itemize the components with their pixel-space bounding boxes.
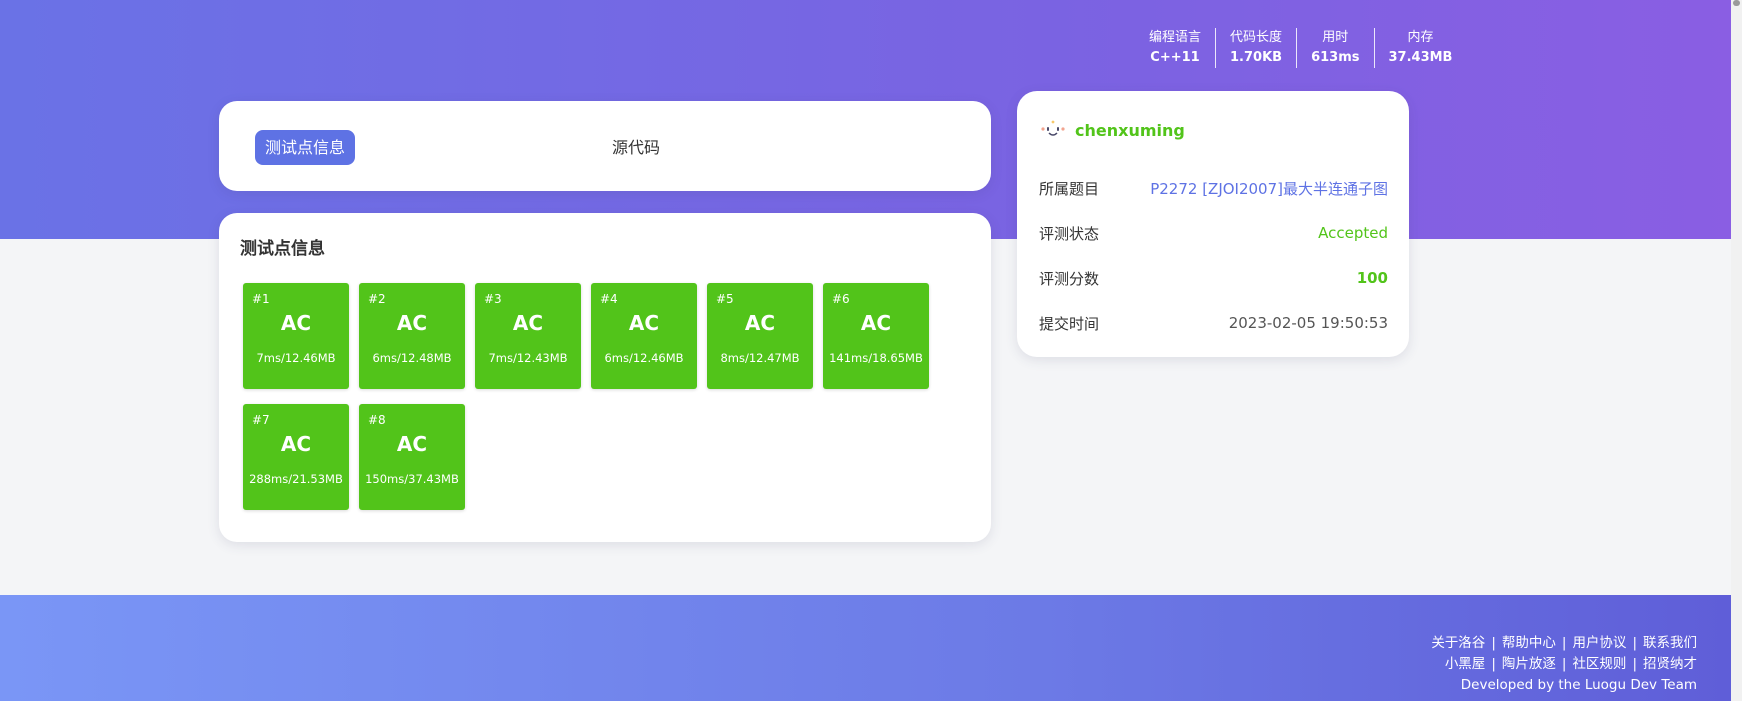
- footer-credit: Developed by the Luogu Dev Team: [1460, 677, 1697, 693]
- footer-links-row-2: 小黑屋 | 陶片放逐 | 社区规则 | 招贤纳才: [1444, 656, 1697, 672]
- test-case-id: #5: [716, 292, 734, 306]
- footer-link-careers[interactable]: 招贤纳才: [1643, 656, 1697, 672]
- stat-value: 613ms: [1311, 50, 1360, 65]
- info-key: 评测状态: [1039, 224, 1100, 243]
- test-case-stats: 150ms/37.43MB: [365, 472, 459, 486]
- status-value: Accepted: [1318, 224, 1388, 242]
- test-case-result: AC: [744, 311, 776, 335]
- test-case-id: #3: [484, 292, 502, 306]
- test-case-stats: 7ms/12.46MB: [256, 351, 336, 365]
- test-case-id: #1: [252, 292, 270, 306]
- stat-value: C++11: [1150, 50, 1200, 65]
- test-case-stats: 141ms/18.65MB: [829, 351, 923, 365]
- submission-stats: 编程语言 C++11 代码长度 1.70KB 用时 613ms 内存 37.43…: [1135, 28, 1466, 68]
- stat-memory: 内存 37.43MB: [1373, 28, 1467, 68]
- stat-language: 编程语言 C++11: [1135, 28, 1215, 68]
- test-case-stats: 7ms/12.43MB: [488, 351, 568, 365]
- test-case-tile[interactable]: #5 AC 8ms/12.47MB: [707, 283, 813, 389]
- info-key: 评测分数: [1039, 269, 1100, 288]
- user-info[interactable]: chenxuming: [1039, 118, 1185, 142]
- test-cases-title: 测试点信息: [240, 239, 325, 259]
- test-cases-card: 测试点信息 #1 AC 7ms/12.46MB #2 AC 6ms/12.48MB #3 AC…: [219, 213, 991, 542]
- test-case-result: AC: [860, 311, 892, 335]
- test-case-tile[interactable]: #6 AC 141ms/18.65MB: [823, 283, 929, 389]
- test-case-tile[interactable]: #2 AC 6ms/12.48MB: [359, 283, 465, 389]
- test-case-stats: 6ms/12.46MB: [604, 351, 684, 365]
- footer-links-row-1: 关于洛谷 | 帮助中心 | 用户协议 | 联系我们: [1431, 635, 1697, 651]
- stat-label: 编程语言: [1149, 30, 1202, 45]
- test-case-tile[interactable]: #4 AC 6ms/12.46MB: [591, 283, 697, 389]
- scrollbar-thumb[interactable]: [1733, 0, 1740, 6]
- footer-link-help[interactable]: 帮助中心: [1502, 635, 1556, 651]
- test-case-id: #6: [832, 292, 850, 306]
- test-case-id: #8: [368, 413, 386, 427]
- stat-label: 用时: [1322, 30, 1349, 45]
- test-case-result: AC: [396, 432, 428, 456]
- footer: 关于洛谷 | 帮助中心 | 用户协议 | 联系我们 小黑屋 | 陶片放逐 | 社区规则 | 招贤纳才 D…: [0, 595, 1731, 701]
- tab-test-info[interactable]: 测试点信息: [255, 130, 356, 165]
- info-row-problem: 所属题目 P2272 [ZJOI2007]最大半连通子图: [1039, 176, 1388, 200]
- footer-link-community-rules[interactable]: 社区规则: [1572, 656, 1626, 672]
- score-value: 100: [1356, 269, 1388, 287]
- test-case-stats: 8ms/12.47MB: [720, 351, 800, 365]
- footer-link-about[interactable]: 关于洛谷: [1431, 635, 1485, 651]
- tab-source-code[interactable]: 源代码: [602, 130, 670, 165]
- username-link[interactable]: chenxuming: [1075, 121, 1185, 140]
- avatar: [1039, 118, 1067, 142]
- footer-link-agreement[interactable]: 用户协议: [1572, 635, 1626, 651]
- problem-link[interactable]: P2272 [ZJOI2007]最大半连通子图: [1150, 178, 1388, 199]
- test-case-stats: 6ms/12.48MB: [372, 351, 452, 365]
- info-row-submit-time: 提交时间 2023-02-05 19:50:53: [1039, 311, 1388, 335]
- test-case-id: #7: [252, 413, 270, 427]
- stat-label: 代码长度: [1230, 30, 1283, 45]
- test-case-tile[interactable]: #3 AC 7ms/12.43MB: [475, 283, 581, 389]
- test-case-id: #2: [368, 292, 386, 306]
- test-case-id: #4: [600, 292, 618, 306]
- test-case-tile[interactable]: #7 AC 288ms/21.53MB: [243, 404, 349, 510]
- tabs-card: 测试点信息 源代码: [219, 101, 991, 191]
- stat-value: 37.43MB: [1388, 50, 1453, 65]
- test-case-result: AC: [280, 432, 312, 456]
- info-row-score: 评测分数 100: [1039, 266, 1388, 290]
- test-case-result: AC: [628, 311, 660, 335]
- submission-info-card: chenxuming 所属题目 P2272 [ZJOI2007]最大半连通子图 …: [1017, 91, 1409, 357]
- stat-code-length: 代码长度 1.70KB: [1215, 28, 1296, 68]
- footer-link-contact[interactable]: 联系我们: [1643, 635, 1697, 651]
- test-case-tile[interactable]: #8 AC 150ms/37.43MB: [359, 404, 465, 510]
- scrollbar[interactable]: [1731, 0, 1742, 701]
- info-key: 所属题目: [1039, 179, 1100, 198]
- test-case-tile[interactable]: #1 AC 7ms/12.46MB: [243, 283, 349, 389]
- test-case-stats: 288ms/21.53MB: [249, 472, 343, 486]
- stat-time: 用时 613ms: [1296, 28, 1373, 68]
- submit-time-value: 2023-02-05 19:50:53: [1228, 314, 1388, 332]
- test-case-result: AC: [396, 311, 428, 335]
- test-case-result: AC: [512, 311, 544, 335]
- test-case-result: AC: [280, 311, 312, 335]
- info-key: 提交时间: [1039, 314, 1100, 333]
- info-row-status: 评测状态 Accepted: [1039, 221, 1388, 245]
- footer-link-ostracism[interactable]: 陶片放逐: [1502, 656, 1556, 672]
- footer-link-blacklist[interactable]: 小黑屋: [1445, 656, 1486, 672]
- stat-label: 内存: [1407, 30, 1434, 45]
- stat-value: 1.70KB: [1230, 50, 1283, 65]
